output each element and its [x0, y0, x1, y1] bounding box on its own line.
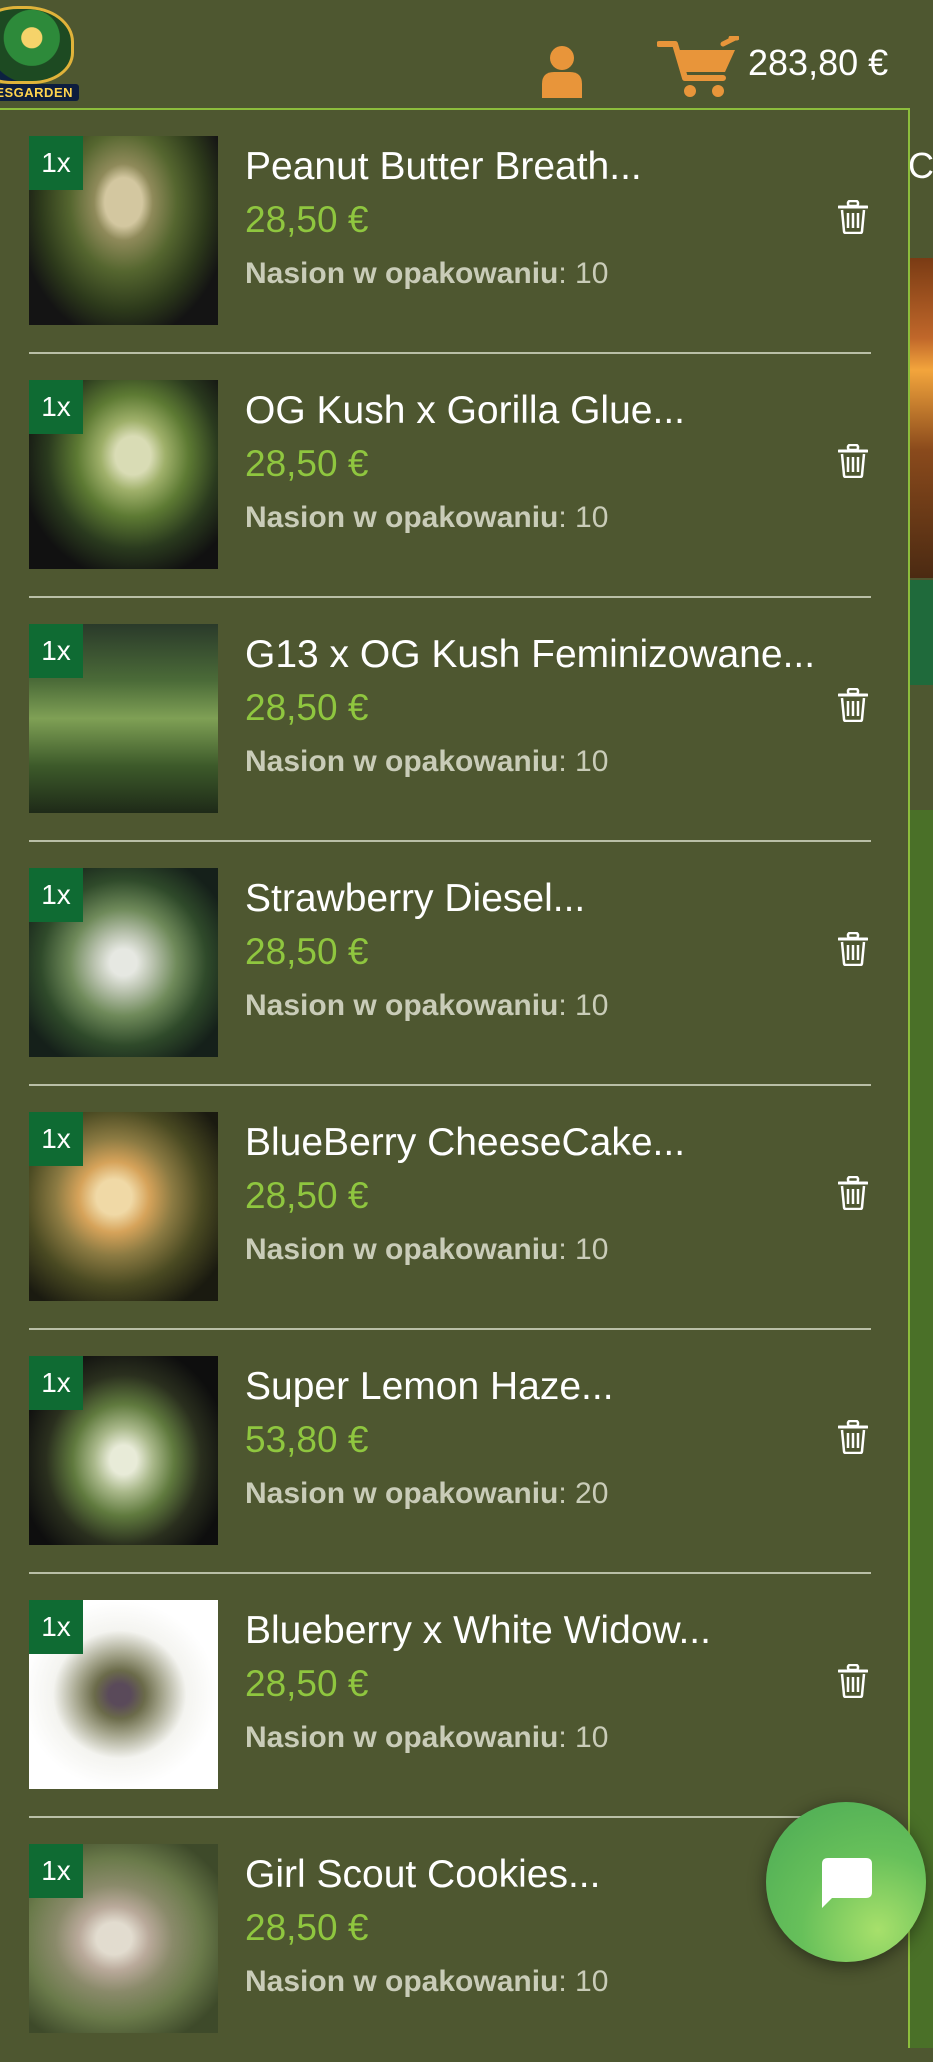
seeds-label: Nasion w opakowaniu	[245, 1233, 559, 1266]
product-price: 53,80 €	[245, 1419, 369, 1460]
seeds-label: Nasion w opakowaniu	[245, 745, 559, 778]
product-title[interactable]: Peanut Butter Breath...	[245, 142, 642, 192]
product-price: 28,50 €	[245, 931, 369, 972]
seeds-label: Nasion w opakowaniu	[245, 501, 559, 534]
seeds-info: Nasion w opakowaniu: 10	[245, 1230, 608, 1270]
seeds-label: Nasion w opakowaniu	[245, 1721, 559, 1754]
product-image[interactable]: 1x	[29, 380, 218, 569]
product-image[interactable]: 1x	[29, 868, 218, 1057]
seeds-value: : 10	[558, 745, 609, 778]
cart-item: 1x Strawberry Diesel... 28,50 € Nasion w…	[29, 842, 871, 1086]
quantity-badge: 1x	[29, 868, 83, 922]
cart-item: 1x Girl Scout Cookies... 28,50 € Nasion …	[29, 1818, 871, 2062]
cart-total[interactable]: 283,80 €	[748, 40, 888, 86]
seeds-value: : 10	[558, 257, 609, 290]
seeds-label: Nasion w opakowaniu	[245, 989, 559, 1022]
seeds-info: Nasion w opakowaniu: 10	[245, 742, 608, 782]
trash-icon[interactable]	[838, 1176, 868, 1210]
product-image[interactable]: 1x	[29, 136, 218, 325]
seeds-info: Nasion w opakowaniu: 10	[245, 1962, 608, 2002]
cart-item: 1x G13 x OG Kush Feminizowane... 28,50 €…	[29, 598, 871, 842]
quantity-badge: 1x	[29, 380, 83, 434]
trash-icon[interactable]	[838, 688, 868, 722]
user-icon[interactable]	[540, 44, 584, 98]
product-title[interactable]: BlueBerry CheeseCake...	[245, 1118, 685, 1168]
cart-icon[interactable]	[657, 36, 739, 100]
quantity-badge: 1x	[29, 1356, 83, 1410]
seeds-value: : 20	[558, 1477, 609, 1510]
seeds-value: : 10	[558, 989, 609, 1022]
trash-icon[interactable]	[838, 444, 868, 478]
background-banner-fragment	[908, 258, 933, 578]
product-title[interactable]: Blueberry x White Widow...	[245, 1606, 711, 1656]
seeds-value: : 10	[558, 1965, 609, 1998]
seeds-info: Nasion w opakowaniu: 10	[245, 986, 608, 1026]
product-title[interactable]: Girl Scout Cookies...	[245, 1850, 600, 1900]
trash-icon[interactable]	[838, 200, 868, 234]
cart-dropdown: 1x Peanut Butter Breath... 28,50 € Nasio…	[0, 108, 910, 2048]
chat-icon	[822, 1858, 872, 1908]
quantity-badge: 1x	[29, 136, 83, 190]
product-title[interactable]: Strawberry Diesel...	[245, 874, 585, 924]
seeds-label: Nasion w opakowaniu	[245, 1477, 559, 1510]
logo-text: MESGARDEN	[0, 84, 80, 101]
seeds-info: Nasion w opakowaniu: 10	[245, 1718, 608, 1758]
quantity-badge: 1x	[29, 1112, 83, 1166]
product-price: 28,50 €	[245, 1663, 369, 1704]
logo[interactable]: MESGARDEN	[0, 0, 80, 108]
product-title[interactable]: Super Lemon Haze...	[245, 1362, 614, 1412]
product-image[interactable]: 1x	[29, 1356, 218, 1545]
product-title[interactable]: OG Kush x Gorilla Glue...	[245, 386, 685, 436]
product-price: 28,50 €	[245, 1907, 369, 1948]
quantity-badge: 1x	[29, 624, 83, 678]
seeds-value: : 10	[558, 1721, 609, 1754]
trash-icon[interactable]	[838, 1664, 868, 1698]
chat-button[interactable]	[766, 1802, 926, 1962]
quantity-badge: 1x	[29, 1600, 83, 1654]
seeds-label: Nasion w opakowaniu	[245, 1965, 559, 1998]
product-price: 28,50 €	[245, 1175, 369, 1216]
product-image[interactable]: 1x	[29, 1112, 218, 1301]
product-price: 28,50 €	[245, 443, 369, 484]
product-price: 28,50 €	[245, 687, 369, 728]
cart-item: 1x Peanut Butter Breath... 28,50 € Nasio…	[29, 110, 871, 354]
product-price: 28,50 €	[245, 199, 369, 240]
seeds-label: Nasion w opakowaniu	[245, 257, 559, 290]
quantity-badge: 1x	[29, 1844, 83, 1898]
cart-item: 1x Super Lemon Haze... 53,80 € Nasion w …	[29, 1330, 871, 1574]
seeds-value: : 10	[558, 1233, 609, 1266]
seeds-info: Nasion w opakowaniu: 10	[245, 254, 608, 294]
cart-item: 1x Blueberry x White Widow... 28,50 € Na…	[29, 1574, 871, 1818]
seeds-value: : 10	[558, 501, 609, 534]
background-text-fragment: C	[908, 145, 933, 186]
product-title[interactable]: G13 x OG Kush Feminizowane...	[245, 630, 815, 680]
product-image[interactable]: 1x	[29, 1844, 218, 2033]
cart-item: 1x OG Kush x Gorilla Glue... 28,50 € Nas…	[29, 354, 871, 598]
product-image[interactable]: 1x	[29, 624, 218, 813]
top-bar: MESGARDEN 283,80 €	[0, 0, 933, 108]
product-image[interactable]: 1x	[29, 1600, 218, 1789]
seeds-info: Nasion w opakowaniu: 10	[245, 498, 608, 538]
cart-item: 1x BlueBerry CheeseCake... 28,50 € Nasio…	[29, 1086, 871, 1330]
trash-icon[interactable]	[838, 1420, 868, 1454]
seeds-info: Nasion w opakowaniu: 20	[245, 1474, 608, 1514]
background-button-fragment	[908, 580, 933, 685]
trash-icon[interactable]	[838, 932, 868, 966]
logo-mascot	[0, 6, 74, 84]
